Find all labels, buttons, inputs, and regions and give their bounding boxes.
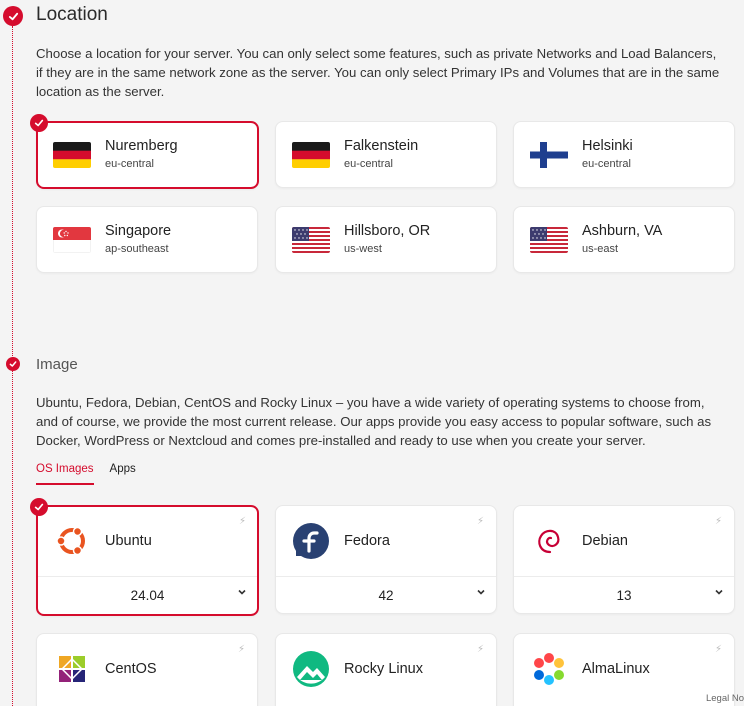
os-version-value: 42 (378, 588, 394, 603)
os-name: AlmaLinux (582, 661, 650, 677)
location-card-falkenstein[interactable]: Falkenstein eu-central (275, 121, 497, 188)
location-name: Nuremberg (105, 138, 178, 154)
os-name: Fedora (344, 533, 390, 549)
location-step-check-icon (3, 6, 23, 26)
location-name: Falkenstein (344, 138, 419, 154)
selected-check-icon (30, 498, 48, 516)
tab-apps[interactable]: Apps (110, 463, 136, 485)
os-name: Debian (582, 533, 628, 549)
singapore-flag-icon (53, 227, 91, 253)
os-version-select[interactable]: 42 (276, 576, 496, 614)
lightning-bolt-icon: ⚡ (714, 516, 722, 527)
os-card-fedora[interactable]: Fedora ⚡ 42 (275, 505, 497, 614)
location-name: Ashburn, VA (582, 223, 663, 239)
legal-notice-link[interactable]: Legal No (706, 693, 744, 704)
os-card-debian[interactable]: Debian ⚡ 13 (513, 505, 735, 614)
location-name: Helsinki (582, 138, 633, 154)
os-version-select[interactable]: 13 (514, 576, 734, 614)
chevron-down-icon (476, 587, 486, 600)
location-zone: eu-central (582, 158, 631, 170)
location-zone: us-west (344, 243, 382, 255)
location-card-ashburn[interactable]: Ashburn, VA us-east (513, 206, 735, 273)
lightning-bolt-icon: ⚡ (237, 644, 245, 655)
location-zone: ap-southeast (105, 243, 169, 255)
os-version-select[interactable]: 24.04 (38, 576, 257, 614)
os-card-centos[interactable]: CentOS ⚡ (36, 633, 258, 706)
finland-flag-icon (530, 142, 568, 168)
lightning-bolt-icon: ⚡ (476, 516, 484, 527)
centos-logo-icon (53, 650, 91, 688)
os-name: CentOS (105, 661, 157, 677)
location-section-title: Location (36, 4, 108, 25)
chevron-down-icon (714, 587, 724, 600)
image-step-check-icon (6, 357, 20, 371)
location-zone: us-east (582, 243, 619, 255)
tab-os-images[interactable]: OS Images (36, 463, 94, 485)
rocky-linux-logo-icon (292, 650, 330, 688)
location-name: Singapore (105, 223, 172, 239)
os-name: Ubuntu (105, 533, 152, 549)
chevron-down-icon (237, 587, 247, 600)
location-description: Choose a location for your server. You c… (36, 46, 720, 99)
location-card-singapore[interactable]: Singapore ap-southeast (36, 206, 258, 273)
os-card-ubuntu[interactable]: Ubuntu ⚡ 24.04 (30, 498, 259, 616)
selected-check-icon (30, 114, 48, 132)
image-tabs: OS Images Apps (36, 463, 136, 485)
debian-logo-icon (530, 522, 568, 560)
germany-flag-icon (292, 142, 330, 168)
location-card-nuremberg[interactable]: Nuremberg eu-central (30, 114, 259, 189)
location-zone: eu-central (105, 158, 154, 170)
image-section-title: Image (36, 356, 78, 373)
lightning-bolt-icon: ⚡ (476, 644, 484, 655)
os-name: Rocky Linux (344, 661, 423, 677)
image-description: Ubuntu, Fedora, Debian, CentOS and Rocky… (36, 395, 712, 448)
os-card-almalinux[interactable]: AlmaLinux ⚡ (513, 633, 735, 706)
lightning-bolt-icon: ⚡ (238, 516, 246, 527)
lightning-bolt-icon: ⚡ (714, 644, 722, 655)
os-version-value: 24.04 (130, 588, 165, 603)
fedora-logo-icon (292, 522, 330, 560)
location-card-hillsboro[interactable]: Hillsboro, OR us-west (275, 206, 497, 273)
location-card-helsinki[interactable]: Helsinki eu-central (513, 121, 735, 188)
germany-flag-icon (53, 142, 91, 168)
location-zone: eu-central (344, 158, 393, 170)
os-version-value: 13 (616, 588, 632, 603)
location-name: Hillsboro, OR (344, 223, 431, 239)
ubuntu-logo-icon (53, 522, 91, 560)
usa-flag-icon (292, 227, 330, 253)
almalinux-logo-icon (530, 650, 568, 688)
usa-flag-icon (530, 227, 568, 253)
os-card-rocky-linux[interactable]: Rocky Linux ⚡ (275, 633, 497, 706)
